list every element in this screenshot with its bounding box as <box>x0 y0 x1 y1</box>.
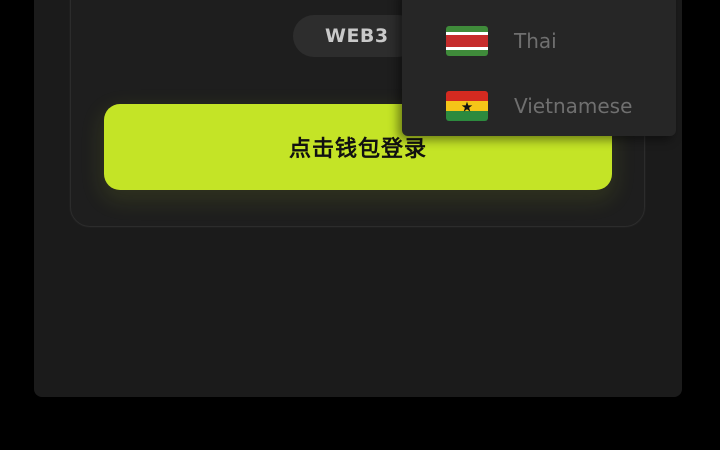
language-option-thai[interactable]: Thai <box>402 11 676 71</box>
language-option-vietnamese-label: Vietnamese <box>514 94 633 118</box>
language-option-vietnamese[interactable]: Vietnamese <box>402 76 676 136</box>
page: WEB3 点击钱包登录 Thai Vietnamese <box>0 0 720 450</box>
web3-tag[interactable]: WEB3 <box>293 15 419 57</box>
suriname-style-flag-icon <box>446 26 488 56</box>
web3-tag-label: WEB3 <box>325 25 389 47</box>
language-dropdown: Thai Vietnamese <box>402 0 676 136</box>
ghana-style-flag-icon <box>446 91 488 121</box>
language-option-thai-label: Thai <box>514 29 557 53</box>
